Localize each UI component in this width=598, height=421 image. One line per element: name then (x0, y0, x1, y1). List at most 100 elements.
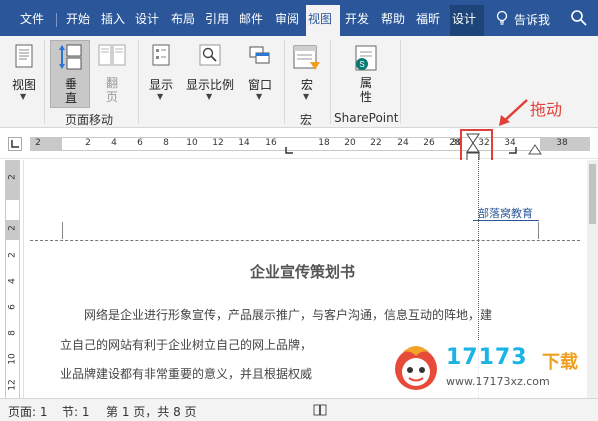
read-mode-icon[interactable] (313, 404, 327, 416)
vruler-number: 2 (7, 174, 18, 180)
chevron-down-icon: ▼ (206, 92, 213, 101)
ruler-number: 38 (556, 138, 568, 148)
ruler-number: 24 (397, 138, 409, 148)
vruler-body (5, 240, 20, 398)
tab-insert[interactable]: 插入 (99, 10, 127, 36)
tab-foxit[interactable]: 福昕 (414, 10, 442, 36)
property-button[interactable]: S 属 性 (346, 40, 386, 108)
svg-text:S: S (359, 60, 364, 69)
search-icon[interactable] (570, 9, 588, 27)
group-separator (330, 40, 331, 124)
show-icon (152, 44, 170, 66)
macro-label: 宏 (300, 78, 313, 92)
paragraph-line[interactable]: 业品牌建设都有非常重要的意义，并且根据权威 (60, 365, 312, 382)
macro-icon (293, 45, 320, 70)
property-label: 属 性 (359, 76, 372, 104)
page-flip-button[interactable]: 翻 页 (94, 40, 130, 108)
ruler-number: 10 (186, 138, 198, 148)
watermark-download: 下载 (542, 352, 578, 373)
vruler-number: 10 (7, 353, 18, 365)
show-button[interactable]: 显示 ▼ (143, 40, 179, 106)
zoom-label: 显示比例 (185, 78, 234, 92)
group-separator (138, 40, 139, 124)
vertical-button[interactable]: 垂 直 (50, 40, 90, 108)
ruler-number: 8 (163, 138, 169, 148)
left-tab-stop-icon[interactable] (284, 147, 294, 155)
paragraph-line[interactable]: 网络是企业进行形象宣传，产品展示推广，与客户沟通，信息互动的阵地，建 (84, 306, 492, 323)
tab-design[interactable]: 设计 (133, 10, 161, 36)
window-button[interactable]: 窗口 ▼ (242, 40, 278, 106)
site-watermark: 17173 下载 www.17173xz.com (386, 340, 596, 400)
zoom-button[interactable]: 显示比例 ▼ (183, 40, 237, 106)
status-bar: 页面: 1 节: 1 第 1 页，共 8 页 (0, 398, 598, 421)
group-separator (400, 40, 401, 124)
vruler-number: 12 (7, 379, 18, 391)
status-page[interactable]: 页面: 1 (8, 403, 48, 420)
vruler-number: 8 (7, 330, 18, 336)
header-boundary (30, 240, 580, 241)
group-label-sharepoint: SharePoint (334, 111, 399, 125)
paragraph-line[interactable]: 立自己的网站有利于企业树立自己的网上品牌， (60, 336, 312, 353)
chevron-down-icon: ▼ (157, 92, 164, 101)
page-view-icon (15, 44, 33, 68)
tab-mailings[interactable]: 邮件 (237, 10, 265, 36)
tell-me-box[interactable]: 告诉我 (514, 11, 550, 28)
page-header-text[interactable]: 部落窝教育 (478, 205, 533, 221)
lightbulb-icon (496, 10, 508, 25)
ribbon-tab-bar: 文件 开始 插入 设计 布局 引用 邮件 审阅 视图 开发 帮助 福昕 设计 告… (0, 0, 598, 36)
header-rule (473, 220, 539, 221)
magnifier-icon (199, 44, 221, 66)
tab-developer[interactable]: 开发 (343, 10, 371, 36)
vruler-number: 2 (7, 252, 18, 258)
chevron-down-icon: ▼ (256, 92, 263, 101)
crop-mark (538, 222, 539, 239)
ruler-number: 2 (35, 138, 41, 148)
group-label-page-movement: 页面移动 (65, 113, 114, 127)
vruler-number: 6 (7, 304, 18, 310)
vertical-ruler: 2 2 2 4 6 8 10 12 (0, 160, 24, 398)
ruler-number: 12 (212, 138, 224, 148)
group-label-macro: 宏 (300, 113, 313, 127)
drag-annotation: 拖动 (530, 100, 563, 119)
tab-design-context[interactable]: 设计 (450, 5, 484, 36)
watermark-number: 17173 (446, 345, 528, 370)
right-indent-marker-icon[interactable] (528, 144, 542, 156)
vruler-gap (5, 200, 20, 220)
status-page-count[interactable]: 第 1 页，共 8 页 (106, 403, 197, 420)
side-by-side-icon (98, 44, 126, 66)
annotation-arrow-icon (499, 99, 528, 126)
ruler-number: 26 (423, 138, 435, 148)
ruler-number: 4 (111, 138, 117, 148)
group-separator (44, 40, 45, 124)
tab-selector-icon[interactable] (8, 137, 22, 151)
right-tab-stop-icon[interactable] (508, 147, 518, 155)
tab-layout[interactable]: 布局 (169, 10, 197, 36)
ruler-number: 22 (370, 138, 382, 148)
views-button[interactable]: 视图 ▼ (6, 40, 42, 106)
crop-mark (62, 222, 63, 239)
ruler-number: 14 (238, 138, 250, 148)
vertical-pages-icon (59, 44, 82, 70)
views-label: 视图 (11, 78, 36, 92)
ruler-number: 18 (318, 138, 330, 148)
document-title[interactable]: 企业宣传策划书 (250, 261, 355, 282)
page-flip-label: 翻 页 (105, 76, 118, 104)
status-section[interactable]: 节: 1 (62, 403, 90, 420)
tab-review[interactable]: 审阅 (273, 10, 301, 36)
macro-button[interactable]: 宏 ▼ (290, 40, 324, 106)
window-icon (249, 46, 270, 64)
show-label: 显示 (148, 78, 173, 92)
tab-home[interactable]: 开始 (64, 10, 92, 36)
mascot-logo-icon (395, 346, 437, 390)
scrollbar-thumb[interactable] (589, 164, 596, 224)
ruler-number: 2 (85, 138, 91, 148)
tab-view[interactable]: 视图 (306, 5, 340, 36)
group-separator (284, 40, 285, 124)
tab-help[interactable]: 帮助 (379, 10, 407, 36)
vertical-label: 垂 直 (64, 77, 77, 105)
word-window: 文件 开始 插入 设计 布局 引用 邮件 审阅 视图 开发 帮助 福昕 设计 告… (0, 0, 598, 421)
tab-references[interactable]: 引用 (203, 10, 231, 36)
sharepoint-property-icon: S (355, 45, 377, 71)
vruler-number: 4 (7, 278, 18, 284)
tab-file[interactable]: 文件 (18, 10, 46, 36)
